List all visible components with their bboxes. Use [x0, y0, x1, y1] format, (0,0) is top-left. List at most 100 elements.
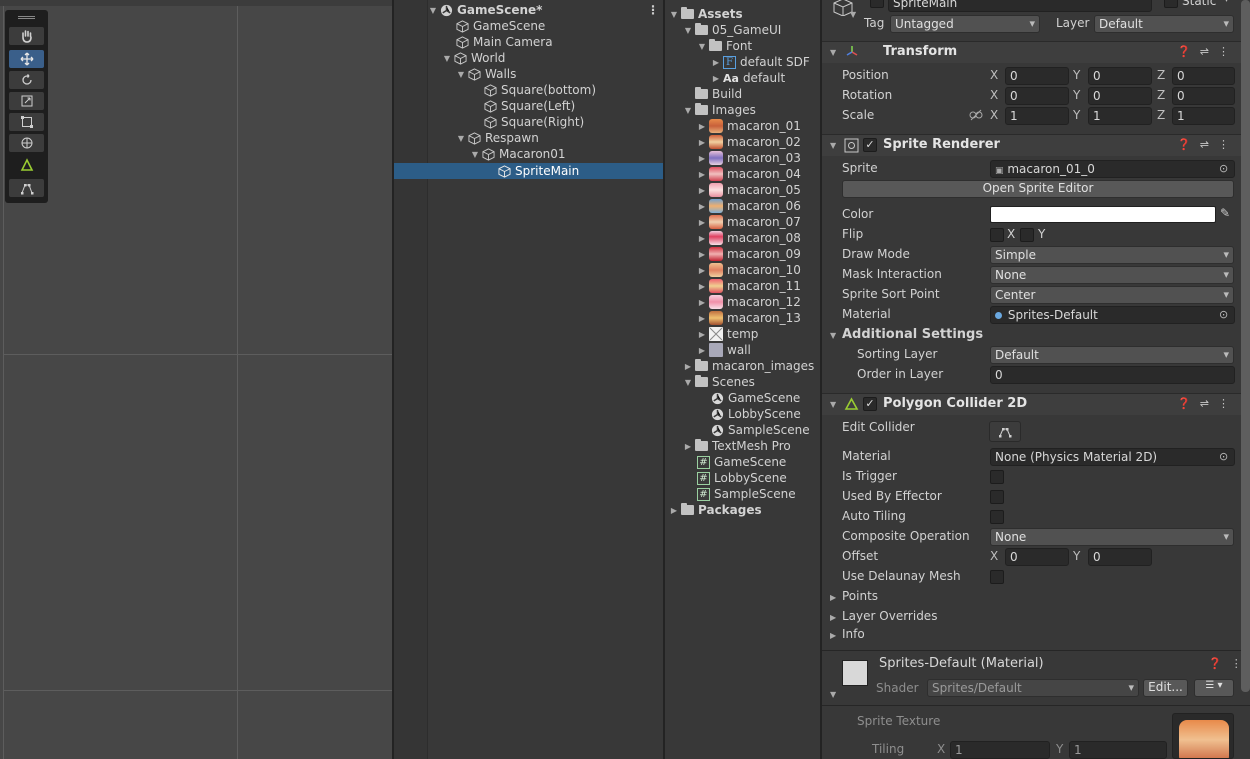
- edit-collider-tool-button[interactable]: [9, 179, 44, 197]
- expand-arrow-icon[interactable]: ▶: [697, 218, 707, 227]
- eyedropper-icon[interactable]: ✎: [1220, 206, 1230, 220]
- project-row[interactable]: ▶ macaron_13: [697, 310, 820, 326]
- foldout-arrow-icon[interactable]: ▼: [830, 690, 836, 699]
- shader-edit-button[interactable]: Edit...: [1143, 679, 1188, 697]
- hierarchy-menu-icon[interactable]: ⋮: [647, 3, 659, 17]
- sprite-renderer-enabled-checkbox[interactable]: ✓: [863, 138, 877, 152]
- hand-tool-button[interactable]: [9, 27, 44, 45]
- physics-material-field[interactable]: None (Physics Material 2D): [990, 448, 1235, 466]
- project-row[interactable]: ▼ Images: [683, 102, 820, 118]
- expand-arrow-icon[interactable]: ▼: [697, 42, 707, 51]
- foldout-arrow-icon[interactable]: ▼: [830, 400, 836, 409]
- expand-arrow-icon[interactable]: ▶: [697, 186, 707, 195]
- foldout-arrow-icon[interactable]: ▶: [830, 593, 836, 602]
- material-object-field[interactable]: Sprites-Default: [990, 306, 1235, 324]
- open-sprite-editor-button[interactable]: Open Sprite Editor: [842, 180, 1234, 198]
- project-row[interactable]: ▶ macaron_11: [697, 278, 820, 294]
- layer-overrides-foldout[interactable]: Layer Overrides: [842, 609, 937, 623]
- project-row[interactable]: GameScene: [711, 390, 820, 406]
- expand-arrow-icon[interactable]: ▶: [669, 506, 679, 515]
- project-row[interactable]: ▼ Scenes: [683, 374, 820, 390]
- rotation-y-field[interactable]: 0: [1088, 87, 1152, 105]
- expand-arrow-icon[interactable]: ▶: [697, 330, 707, 339]
- scale-tool-button[interactable]: [9, 92, 44, 110]
- expand-arrow-icon[interactable]: ▶: [697, 138, 707, 147]
- hierarchy-row-scene[interactable]: ▼ GameScene*: [394, 2, 663, 18]
- offset-x-field[interactable]: 0: [1005, 548, 1069, 566]
- object-picker-icon[interactable]: ⊙: [1219, 162, 1228, 175]
- hierarchy-row[interactable]: ▼ Macaron01: [394, 146, 663, 162]
- hierarchy-row[interactable]: ▼ World: [394, 50, 663, 66]
- component-header-icons[interactable]: ❓⇌⋮: [1177, 138, 1238, 151]
- expand-arrow-icon[interactable]: ▶: [711, 58, 721, 67]
- expand-arrow-icon[interactable]: ▶: [697, 250, 707, 259]
- foldout-arrow-icon[interactable]: ▼: [830, 331, 836, 340]
- project-row[interactable]: ▶ F default SDF: [711, 54, 820, 70]
- component-header-icons[interactable]: ❓⇌⋮: [1177, 397, 1238, 410]
- expand-arrow-icon[interactable]: ▶: [697, 234, 707, 243]
- points-foldout[interactable]: Points: [842, 589, 878, 603]
- shader-options-button[interactable]: ☰ ▾: [1194, 679, 1234, 697]
- transform-tool-button[interactable]: [9, 134, 44, 152]
- scale-y-field[interactable]: 1: [1088, 107, 1152, 125]
- position-z-field[interactable]: 0: [1172, 67, 1235, 85]
- project-row[interactable]: ▶ macaron_05: [697, 182, 820, 198]
- project-row[interactable]: ▶ macaron_01: [697, 118, 820, 134]
- project-row[interactable]: SampleScene: [711, 422, 820, 438]
- project-row[interactable]: ▶ wall: [697, 342, 820, 358]
- project-row[interactable]: ▶ macaron_09: [697, 246, 820, 262]
- position-y-field[interactable]: 0: [1088, 67, 1152, 85]
- draw-mode-dropdown[interactable]: Simple: [990, 246, 1234, 264]
- rect-tool-button[interactable]: [9, 113, 44, 131]
- scale-z-field[interactable]: 1: [1172, 107, 1235, 125]
- foldout-arrow-icon[interactable]: ▼: [830, 48, 836, 57]
- rotation-x-field[interactable]: 0: [1005, 87, 1069, 105]
- expand-arrow-icon[interactable]: ▶: [683, 442, 693, 451]
- flip-y-checkbox[interactable]: [1020, 228, 1034, 242]
- expand-arrow-icon[interactable]: ▼: [470, 150, 480, 159]
- project-row[interactable]: ▶ macaron_10: [697, 262, 820, 278]
- project-row[interactable]: ▶ macaron_03: [697, 150, 820, 166]
- overlay-grip-icon[interactable]: [18, 16, 35, 19]
- icon-dropdown-arrow-icon[interactable]: ▼: [850, 10, 856, 19]
- project-row[interactable]: ▶ macaron_images: [683, 358, 820, 374]
- project-row[interactable]: ▶ temp: [697, 326, 820, 342]
- expand-arrow-icon[interactable]: ▼: [683, 378, 693, 387]
- project-row[interactable]: Build: [695, 86, 820, 102]
- hierarchy-row[interactable]: Square(bottom): [394, 82, 663, 98]
- object-picker-icon[interactable]: ⊙: [1219, 450, 1228, 463]
- project-row-assets[interactable]: ▼ Assets: [669, 6, 820, 22]
- project-row[interactable]: ▼ Font: [697, 38, 820, 54]
- project-row[interactable]: ▶ TextMesh Pro: [683, 438, 820, 454]
- object-name-field[interactable]: SpriteMain: [888, 0, 1152, 12]
- hierarchy-row[interactable]: GameScene: [394, 18, 663, 34]
- collider-tool-button[interactable]: [9, 156, 44, 174]
- auto-tiling-checkbox[interactable]: [990, 510, 1004, 524]
- project-row[interactable]: # GameScene: [697, 454, 820, 470]
- expand-arrow-icon[interactable]: ▶: [697, 282, 707, 291]
- expand-arrow-icon[interactable]: ▶: [697, 266, 707, 275]
- info-foldout[interactable]: Info: [842, 627, 865, 641]
- polygon-collider-enabled-checkbox[interactable]: ✓: [863, 397, 877, 411]
- project-row[interactable]: LobbyScene: [711, 406, 820, 422]
- hierarchy-row[interactable]: Main Camera: [394, 34, 663, 50]
- layer-dropdown[interactable]: Default: [1094, 15, 1234, 33]
- expand-arrow-icon[interactable]: ▼: [683, 26, 693, 35]
- project-row[interactable]: ▶ macaron_07: [697, 214, 820, 230]
- shader-dropdown[interactable]: Sprites/Default: [927, 679, 1139, 697]
- additional-settings-title[interactable]: Additional Settings: [842, 327, 983, 342]
- edit-collider-button[interactable]: [989, 421, 1021, 442]
- expand-arrow-icon[interactable]: ▶: [683, 362, 693, 371]
- expand-arrow-icon[interactable]: ▼: [428, 6, 438, 15]
- foldout-arrow-icon[interactable]: ▶: [830, 631, 836, 640]
- expand-arrow-icon[interactable]: ▶: [697, 346, 707, 355]
- project-row[interactable]: # LobbyScene: [697, 470, 820, 486]
- project-row[interactable]: ▼ 05_GameUI: [683, 22, 820, 38]
- expand-arrow-icon[interactable]: ▶: [697, 170, 707, 179]
- expand-arrow-icon[interactable]: ▼: [456, 134, 466, 143]
- foldout-arrow-icon[interactable]: ▶: [830, 613, 836, 622]
- expand-arrow-icon[interactable]: ▼: [442, 54, 452, 63]
- tiling-y-field[interactable]: 1: [1069, 741, 1167, 759]
- move-tool-button[interactable]: [9, 50, 44, 68]
- rotate-tool-button[interactable]: [9, 71, 44, 89]
